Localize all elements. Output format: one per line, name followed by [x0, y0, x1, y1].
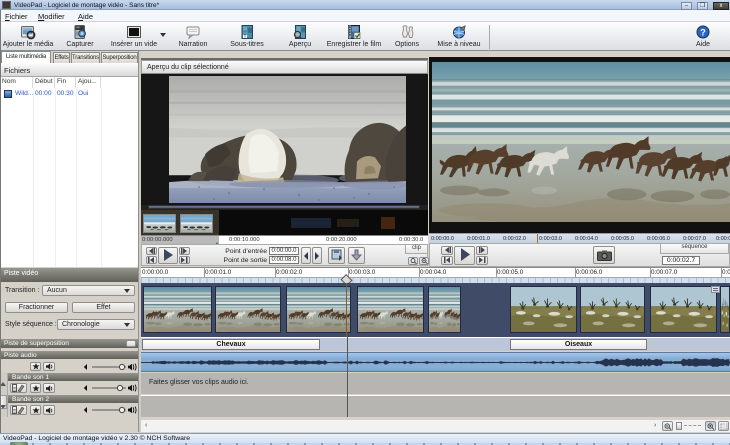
svg-text:?: ?	[700, 28, 706, 38]
svg-text:T: T	[244, 34, 247, 39]
